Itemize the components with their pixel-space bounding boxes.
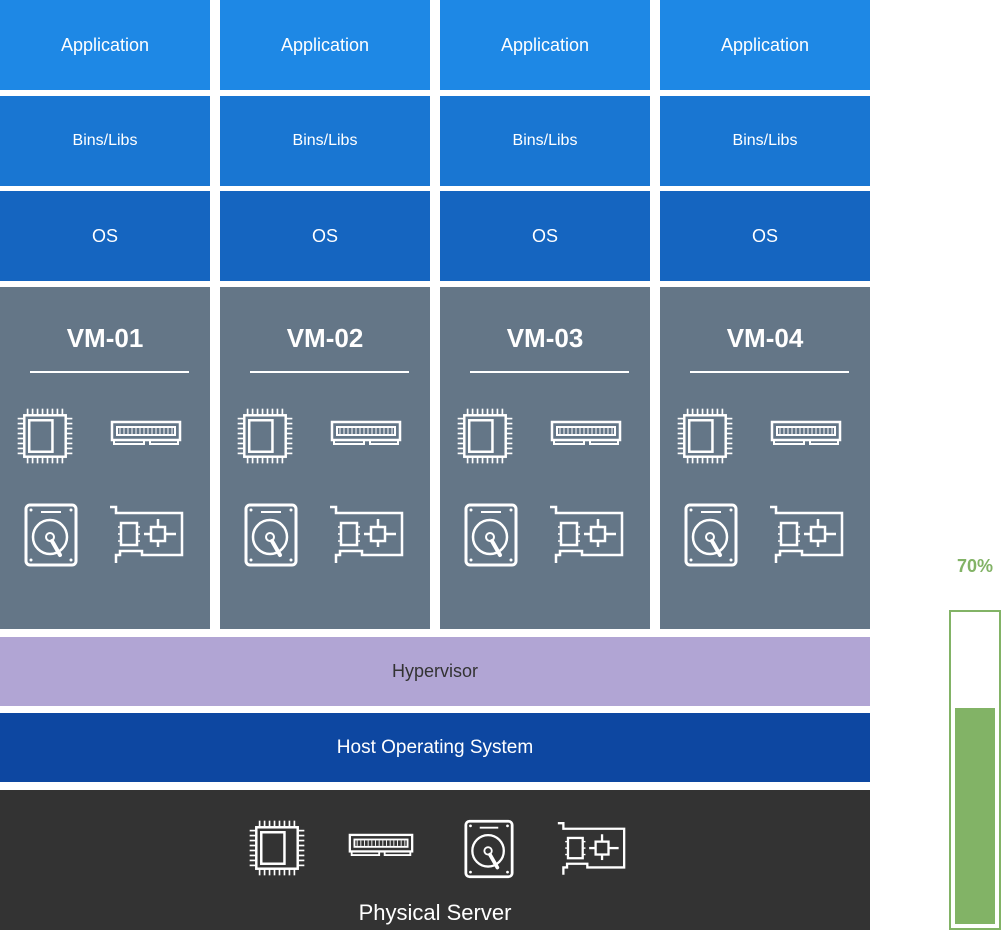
cpu-icon bbox=[248, 816, 306, 880]
cpu-icon bbox=[456, 401, 514, 471]
vm-title: VM-01 bbox=[66, 323, 144, 353]
cpu-icon bbox=[236, 401, 294, 471]
vm-box-2: VM-02 bbox=[220, 287, 430, 629]
utilization-percent: 70% bbox=[956, 556, 994, 576]
os-box-3: OS bbox=[440, 191, 650, 281]
bins-libs-box-2: Bins/Libs bbox=[220, 96, 430, 186]
bins-libs-label: Bins/Libs bbox=[512, 132, 578, 149]
hard-drive-icon bbox=[464, 819, 514, 879]
hard-drive-icon bbox=[244, 503, 298, 567]
ram-icon bbox=[770, 420, 842, 446]
os-box-1: OS bbox=[0, 191, 210, 281]
cpu-icon bbox=[676, 401, 734, 471]
network-card-icon bbox=[108, 505, 184, 565]
application-label: Application bbox=[280, 34, 370, 55]
vm-divider bbox=[690, 371, 849, 373]
application-box-3: Application bbox=[440, 0, 650, 90]
physical-server-label: Physical Server bbox=[358, 900, 512, 925]
network-card-icon bbox=[548, 505, 624, 565]
vm-title: VM-03 bbox=[506, 323, 584, 353]
application-label: Application bbox=[720, 34, 810, 55]
ram-icon bbox=[330, 420, 402, 446]
host-os-label: Host Operating System bbox=[336, 736, 534, 758]
vm-divider bbox=[470, 371, 629, 373]
hard-drive-icon bbox=[684, 503, 738, 567]
bins-libs-box-1: Bins/Libs bbox=[0, 96, 210, 186]
bins-libs-label: Bins/Libs bbox=[292, 132, 358, 149]
os-label: OS bbox=[531, 225, 558, 246]
hypervisor-layer: Hypervisor bbox=[0, 637, 870, 706]
os-label: OS bbox=[751, 225, 778, 246]
vm-title: VM-04 bbox=[726, 323, 804, 353]
cpu-icon bbox=[16, 401, 74, 471]
utilization-gauge-fill bbox=[955, 708, 995, 924]
physical-server-layer: Physical Server bbox=[0, 790, 870, 930]
os-box-2: OS bbox=[220, 191, 430, 281]
os-label: OS bbox=[91, 225, 118, 246]
vm-box-4: VM-04 bbox=[660, 287, 870, 629]
network-card-icon bbox=[768, 505, 844, 565]
ram-icon bbox=[348, 833, 414, 857]
utilization-gauge bbox=[949, 610, 1001, 930]
host-os-layer: Host Operating System bbox=[0, 713, 870, 782]
application-box-4: Application bbox=[660, 0, 870, 90]
vm-box-3: VM-03 bbox=[440, 287, 650, 629]
bins-libs-label: Bins/Libs bbox=[72, 132, 138, 149]
ram-icon bbox=[110, 420, 182, 446]
network-card-icon bbox=[556, 821, 626, 877]
vm-box-1: VM-01 bbox=[0, 287, 210, 629]
application-box-1: Application bbox=[0, 0, 210, 90]
hypervisor-label: Hypervisor bbox=[391, 661, 479, 681]
vm-divider bbox=[250, 371, 409, 373]
application-box-2: Application bbox=[220, 0, 430, 90]
hard-drive-icon bbox=[464, 503, 518, 567]
vm-divider bbox=[30, 371, 189, 373]
application-label: Application bbox=[60, 34, 150, 55]
os-box-4: OS bbox=[660, 191, 870, 281]
os-label: OS bbox=[311, 225, 338, 246]
vm-title: VM-02 bbox=[286, 323, 364, 353]
bins-libs-box-4: Bins/Libs bbox=[660, 96, 870, 186]
network-card-icon bbox=[328, 505, 404, 565]
hard-drive-icon bbox=[24, 503, 78, 567]
application-label: Application bbox=[500, 34, 590, 55]
bins-libs-box-3: Bins/Libs bbox=[440, 96, 650, 186]
ram-icon bbox=[550, 420, 622, 446]
bins-libs-label: Bins/Libs bbox=[732, 132, 798, 149]
